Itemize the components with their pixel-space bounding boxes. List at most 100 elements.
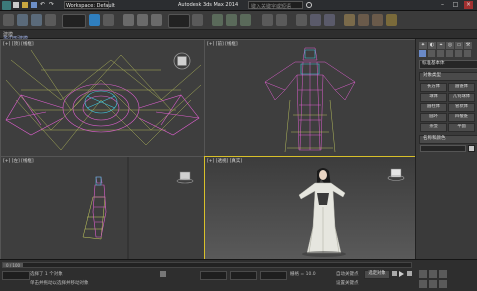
- reference-coord-dropdown[interactable]: [168, 14, 190, 28]
- grid-size: 栅格 = 10.0: [290, 272, 316, 277]
- pan-icon[interactable]: [419, 280, 427, 288]
- spacewarps-icon[interactable]: [464, 50, 471, 57]
- create-tab-icon[interactable]: ✦: [419, 42, 427, 49]
- mirror-icon[interactable]: [262, 14, 273, 26]
- helpers-icon[interactable]: [455, 50, 462, 57]
- link-icon[interactable]: [17, 14, 28, 26]
- frame-counter: 0 / 100: [6, 263, 21, 268]
- play-icon[interactable]: [399, 271, 404, 277]
- viewport-perspective[interactable]: [+] [透视] [真实]: [204, 156, 416, 261]
- sphere-button[interactable]: 球体: [420, 93, 447, 102]
- go-to-start-icon[interactable]: [392, 271, 397, 276]
- render-frame-icon[interactable]: [372, 14, 383, 26]
- zoom-all-icon[interactable]: [429, 270, 437, 278]
- select-filter-dropdown[interactable]: [62, 14, 86, 28]
- viewport-left-label[interactable]: [+] [左] [线框]: [3, 158, 34, 164]
- redo-icon[interactable]: ↷: [49, 2, 55, 8]
- viewport-area: [+] [顶] [线框] [+] [前] [线框] [+] [左] [线框] […: [0, 39, 416, 261]
- box-button[interactable]: 长方体: [420, 83, 447, 92]
- cameras-icon[interactable]: [446, 50, 453, 57]
- geometry-icon[interactable]: [419, 50, 426, 57]
- display-tab-icon[interactable]: ▭: [455, 42, 463, 49]
- geosphere-button[interactable]: 几何球体: [448, 93, 475, 102]
- maximize-button[interactable]: □: [451, 1, 460, 9]
- zoom-extents-icon[interactable]: [439, 270, 447, 278]
- rotate-icon[interactable]: [137, 14, 148, 26]
- rollout-name-color-label: 名称和颜色: [423, 136, 446, 141]
- percent-snap-icon[interactable]: [240, 14, 251, 26]
- modify-tab-icon[interactable]: ◐: [428, 42, 436, 49]
- cylinder-button[interactable]: 圆柱体: [420, 103, 447, 112]
- align-icon[interactable]: [276, 14, 287, 26]
- bind-icon[interactable]: [45, 14, 56, 26]
- search-icon[interactable]: [306, 2, 312, 8]
- close-button[interactable]: ×: [464, 1, 473, 9]
- angle-snap-icon[interactable]: [226, 14, 237, 26]
- object-color-swatch[interactable]: [468, 145, 475, 152]
- cone-button[interactable]: 圆锥体: [448, 83, 475, 92]
- primitive-type-value: 标准基本体: [422, 61, 445, 66]
- select-icon[interactable]: [89, 14, 100, 26]
- snap-icon[interactable]: [212, 14, 223, 26]
- maxscript-listener[interactable]: [2, 271, 30, 280]
- selected-dropdown[interactable]: 选定对象: [364, 270, 390, 279]
- app-logo-icon[interactable]: [2, 1, 11, 10]
- plane-button[interactable]: 平面: [448, 123, 475, 132]
- viewport-front-label[interactable]: [+] [前] [线框]: [207, 41, 238, 47]
- viewport-persp-label[interactable]: [+] [透视] [真实]: [207, 158, 242, 164]
- move-icon[interactable]: [123, 14, 134, 26]
- viewport-top[interactable]: [+] [顶] [线框]: [0, 39, 205, 157]
- pyramid-button[interactable]: 四棱锥: [448, 113, 475, 122]
- save-icon[interactable]: [31, 2, 37, 8]
- maximize-viewport-icon[interactable]: [439, 280, 447, 288]
- app-title: Autodesk 3ds Max 2014: [178, 2, 239, 8]
- time-slider[interactable]: 0 / 100: [2, 262, 412, 268]
- z-coord-field[interactable]: [260, 271, 287, 280]
- open-file-icon[interactable]: [22, 2, 28, 8]
- minimize-button[interactable]: –: [438, 1, 447, 9]
- y-coord-field[interactable]: [230, 271, 257, 280]
- render-setup-icon[interactable]: [358, 14, 369, 26]
- zoom-icon[interactable]: [419, 270, 427, 278]
- orbit-icon[interactable]: [429, 280, 437, 288]
- tube-button[interactable]: 管状体: [448, 103, 475, 112]
- selected-value: 选定对象: [368, 271, 386, 276]
- hierarchy-tab-icon[interactable]: ⌖: [437, 42, 445, 49]
- viewport-nav-controls: [417, 270, 475, 290]
- motion-tab-icon[interactable]: ◎: [446, 42, 454, 49]
- object-name-field[interactable]: [420, 145, 466, 152]
- pivot-icon[interactable]: [192, 14, 203, 26]
- viewport-left[interactable]: [+] [左] [线框]: [0, 156, 205, 261]
- lock-selection-icon[interactable]: [160, 271, 166, 277]
- viewport-top-label[interactable]: [+] [顶] [线框]: [3, 41, 34, 47]
- undo-icon[interactable]: ↶: [40, 2, 46, 8]
- x-coord-field[interactable]: [200, 271, 227, 280]
- render-icon[interactable]: [386, 14, 397, 26]
- rollout-object-type[interactable]: 对象类型: [419, 72, 477, 81]
- workspace-dropdown[interactable]: Workspace: Default: [64, 1, 115, 9]
- lights-icon[interactable]: [437, 50, 444, 57]
- viewport-front[interactable]: [+] [前] [线框]: [204, 39, 416, 157]
- viewcube-icon[interactable]: [173, 52, 191, 70]
- layer-icon[interactable]: [296, 14, 307, 26]
- viewcube-persp-icon[interactable]: [387, 165, 405, 183]
- new-file-icon[interactable]: [13, 2, 19, 8]
- curve-editor-icon[interactable]: [310, 14, 321, 26]
- select-by-name-icon[interactable]: [103, 14, 114, 26]
- scale-icon[interactable]: [151, 14, 162, 26]
- teapot-button[interactable]: 茶壶: [420, 123, 447, 132]
- torus-button[interactable]: 圆环: [420, 113, 447, 122]
- search-input[interactable]: 键入关键字或短语: [248, 1, 303, 10]
- left-wireframe-model: [82, 157, 129, 260]
- primitive-type-dropdown[interactable]: 标准基本体: [419, 60, 477, 69]
- go-to-end-icon[interactable]: [407, 271, 412, 276]
- schematic-icon[interactable]: [324, 14, 335, 26]
- utilities-tab-icon[interactable]: ⚒: [464, 42, 472, 49]
- rollout-name-color[interactable]: 名称和颜色: [419, 135, 477, 144]
- title-bar: ↶ ↷ Workspace: Default Autodesk 3ds Max …: [0, 0, 477, 11]
- shapes-icon[interactable]: [428, 50, 435, 57]
- viewcube-left-icon[interactable]: [176, 167, 194, 185]
- unlink-icon[interactable]: [31, 14, 42, 26]
- material-editor-icon[interactable]: [344, 14, 355, 26]
- undo-tool-icon[interactable]: [3, 14, 14, 26]
